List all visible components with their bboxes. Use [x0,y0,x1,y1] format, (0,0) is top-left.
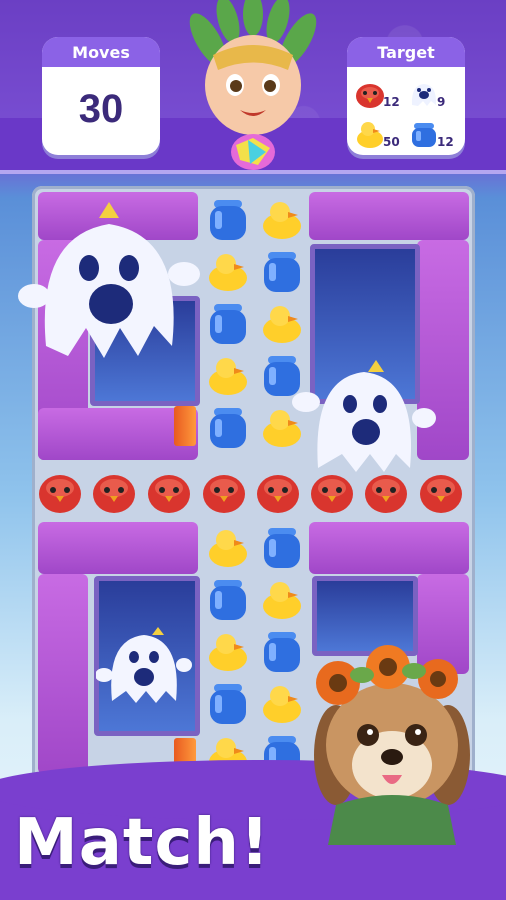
red-bird-piece[interactable] [145,468,193,516]
duck-icon [357,122,383,148]
ghost-icon [411,84,437,106]
blue-pot-piece[interactable] [258,524,306,572]
target-item-ghost: 9 [407,75,459,109]
ghost-small[interactable] [96,625,192,707]
target-panel: Target 12 9 50 12 [347,37,465,155]
large-ghost[interactable] [16,196,202,368]
blue-pot-piece[interactable] [204,404,252,452]
gel-tile [38,522,198,574]
hero-character [189,0,317,170]
blue-pot-piece[interactable] [204,576,252,624]
blue-pot-icon [412,123,436,147]
duck-piece[interactable] [258,300,306,348]
gel-tile [309,192,469,240]
target-count-blue-pot: 12 [437,135,454,149]
dog-mascot [314,645,470,845]
gel-tile [38,574,88,774]
ghost-right[interactable] [290,358,436,478]
moves-value: 30 [78,87,124,131]
blue-pot-piece[interactable] [204,300,252,348]
duck-piece[interactable] [204,628,252,676]
red-bird-piece[interactable] [90,468,138,516]
target-item-duck: 50 [353,115,405,149]
target-count-red-bird: 12 [383,95,400,109]
target-item-blue-pot: 12 [407,115,459,149]
blue-pot-piece[interactable] [258,248,306,296]
red-bird-icon [356,84,384,108]
duck-piece[interactable] [258,576,306,624]
duck-piece[interactable] [204,352,252,400]
gel-tile [309,522,469,574]
target-count-duck: 50 [383,135,400,149]
blue-pot-piece[interactable] [204,196,252,244]
red-bird-piece[interactable] [36,468,84,516]
target-item-red-bird: 12 [353,75,405,109]
duck-piece[interactable] [258,196,306,244]
duck-piece[interactable] [204,524,252,572]
moves-label: Moves [42,37,160,67]
target-count-ghost: 9 [437,95,446,109]
orange-pipe [174,406,196,446]
moves-panel: Moves 30 [42,37,160,155]
blue-pot-piece[interactable] [204,680,252,728]
match-banner: Match! [14,806,271,880]
target-label: Target [347,37,465,67]
red-bird-piece[interactable] [200,468,248,516]
duck-piece[interactable] [204,248,252,296]
